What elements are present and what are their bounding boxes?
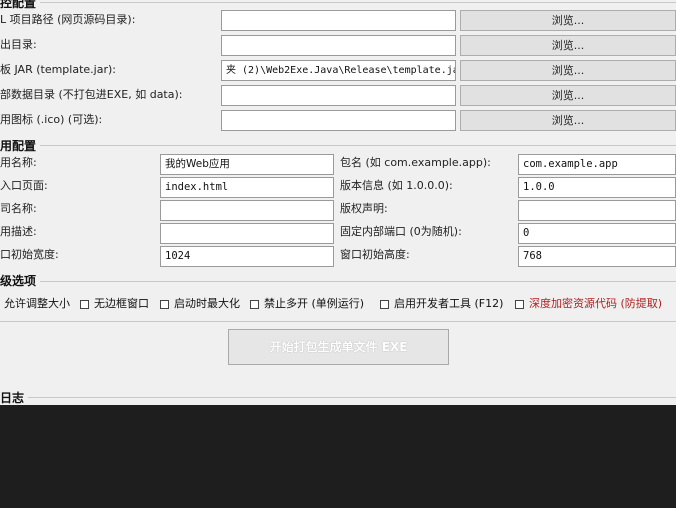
internal-port-input[interactable]: 0 (518, 223, 676, 244)
package-name-label: 包名 (如 com.example.app): (340, 156, 491, 169)
company-name-label: 司名称: (0, 202, 37, 215)
description-input[interactable] (160, 223, 334, 244)
output-dir-browse-button[interactable]: 浏览... (460, 35, 676, 56)
window-height-label: 窗口初始高度: (340, 248, 410, 261)
package-name-input[interactable]: com.example.app (518, 154, 676, 175)
option-resizable-label: 允许调整大小 (4, 297, 70, 310)
window-height-input[interactable]: 768 (518, 246, 676, 267)
section-title-advanced: 级选项 (0, 274, 37, 288)
app-name-input[interactable]: 我的Web应用 (160, 154, 334, 175)
company-name-input[interactable] (160, 200, 334, 221)
template-jar-input[interactable]: 夹 (2)\Web2Exe.Java\Release\template.jar (221, 60, 456, 81)
entry-page-input[interactable]: index.html (160, 177, 334, 198)
icon-path-label: 用图标 (.ico) (可选): (0, 113, 103, 126)
window-width-label: 口初始宽度: (0, 248, 59, 261)
internal-port-label: 固定内部端口 (0为随机): (340, 225, 462, 238)
icon-path-browse-button[interactable]: 浏览... (460, 110, 676, 131)
copyright-label: 版权声明: (340, 202, 388, 215)
copyright-input[interactable] (518, 200, 676, 221)
external-data-input[interactable] (221, 85, 456, 106)
section-divider (40, 281, 676, 282)
option-maximize-on-start[interactable]: 启动时最大化 (160, 295, 240, 313)
output-dir-input[interactable] (221, 35, 456, 56)
section-title-log: 日志 (0, 391, 25, 405)
description-label: 用描述: (0, 225, 37, 238)
option-borderless-checkbox[interactable] (80, 299, 89, 309)
external-data-browse-button[interactable]: 浏览... (460, 85, 676, 106)
option-encrypt-resources[interactable]: 深度加密资源代码 (防提取) (515, 295, 662, 313)
version-label: 版本信息 (如 1.0.0.0): (340, 179, 453, 192)
project-path-browse-button[interactable]: 浏览... (460, 10, 676, 31)
option-devtools-checkbox[interactable] (380, 299, 389, 309)
icon-path-input[interactable] (221, 110, 456, 131)
output-dir-label: 出目录: (0, 38, 37, 51)
option-devtools[interactable]: 启用开发者工具 (F12) (380, 295, 503, 313)
option-maximize-label: 启动时最大化 (174, 297, 240, 310)
window-width-input[interactable]: 1024 (160, 246, 334, 267)
option-resizable[interactable]: 允许调整大小 (4, 295, 70, 313)
option-borderless[interactable]: 无边框窗口 (80, 295, 149, 313)
template-jar-label: 板 JAR (template.jar): (0, 63, 116, 76)
project-path-label: L 项目路径 (网页源码目录): (0, 13, 136, 26)
app-name-label: 用名称: (0, 156, 37, 169)
external-data-label: 部数据目录 (不打包进EXE, 如 data): (0, 88, 183, 101)
option-encrypt-label: 深度加密资源代码 (防提取) (529, 297, 663, 310)
option-devtools-label: 启用开发者工具 (F12) (394, 297, 504, 310)
build-exe-button[interactable]: 开始打包生成单文件 EXE (228, 329, 449, 365)
template-jar-browse-button[interactable]: 浏览... (460, 60, 676, 81)
section-divider (0, 321, 676, 322)
project-path-input[interactable] (221, 10, 456, 31)
option-maximize-checkbox[interactable] (160, 299, 169, 309)
option-single-instance-label: 禁止多开 (单例运行) (264, 297, 365, 310)
section-divider (40, 2, 676, 3)
section-title-app-config: 用配置 (0, 139, 37, 153)
entry-page-label: 入口页面: (0, 179, 48, 192)
section-divider (28, 397, 676, 398)
option-single-instance-checkbox[interactable] (250, 299, 259, 309)
log-output-area[interactable] (0, 405, 676, 508)
option-encrypt-checkbox[interactable] (515, 299, 524, 309)
version-input[interactable]: 1.0.0 (518, 177, 676, 198)
option-single-instance[interactable]: 禁止多开 (单例运行) (250, 295, 364, 313)
option-borderless-label: 无边框窗口 (94, 297, 149, 310)
section-divider (40, 145, 676, 146)
